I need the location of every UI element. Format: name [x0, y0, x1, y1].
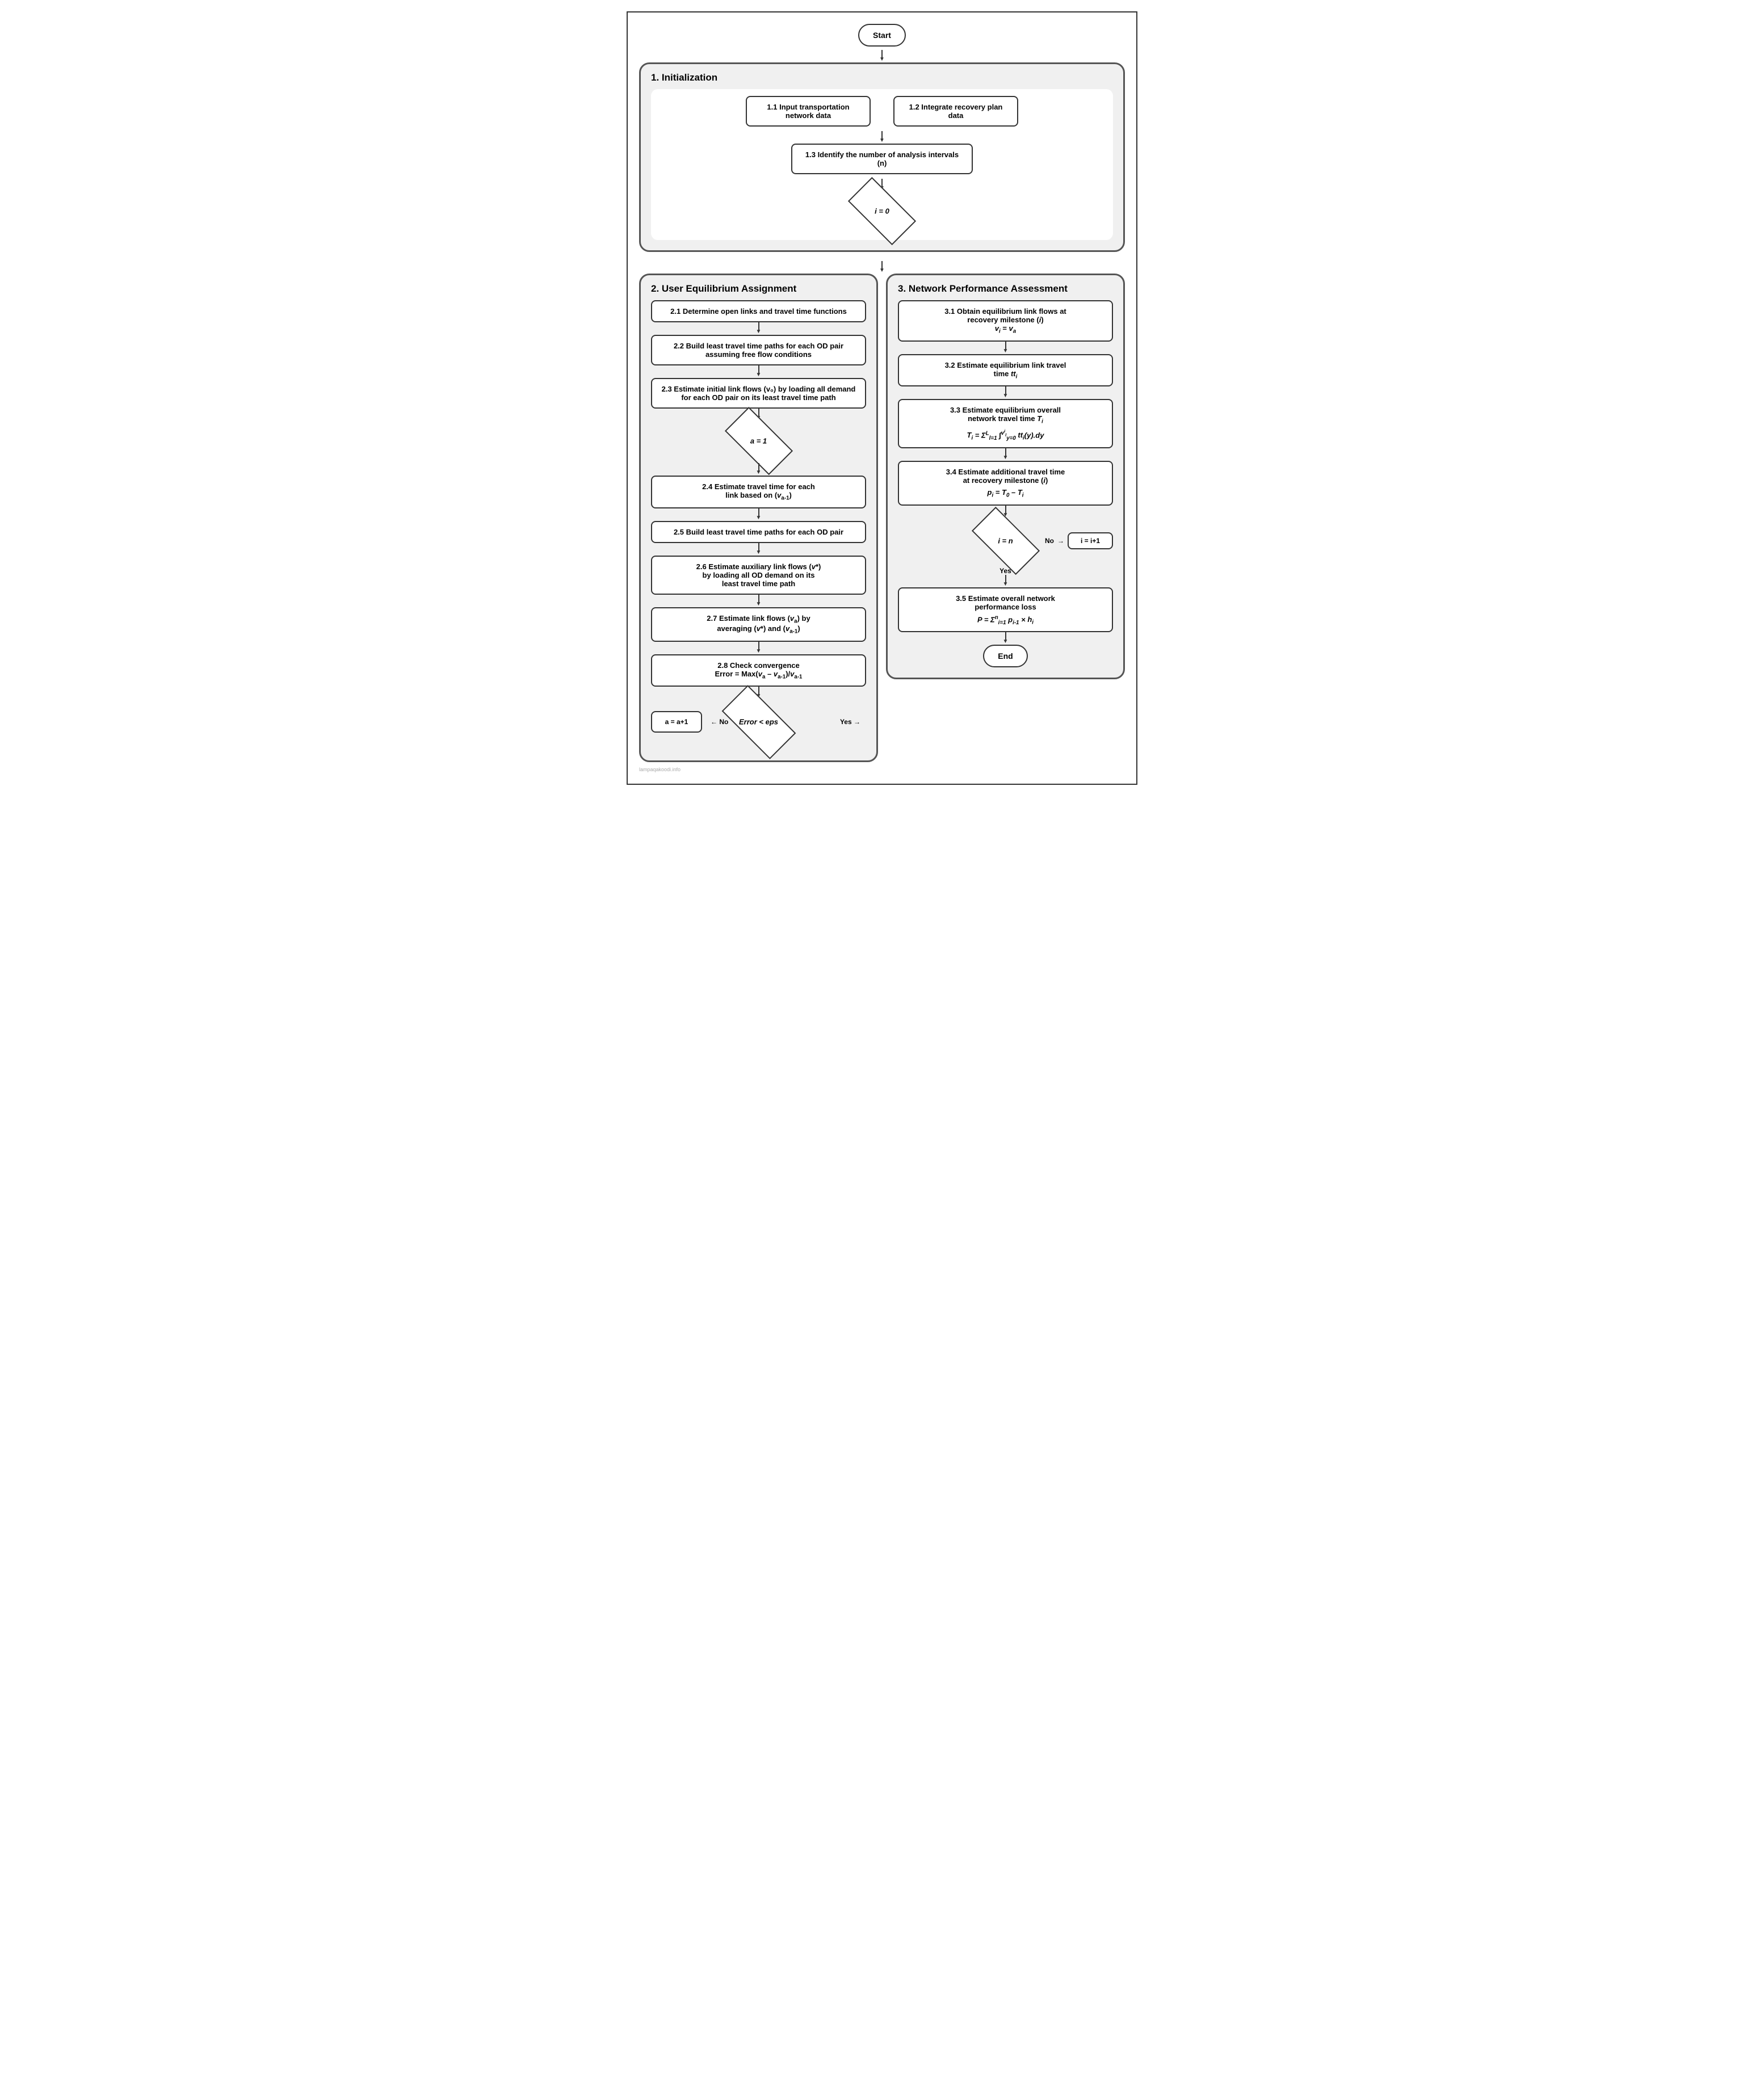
diamond-i0-text: i = 0: [875, 207, 889, 216]
box-34: 3.4 Estimate additional travel timeat re…: [898, 461, 1113, 506]
box-a-plus-text: a = a+1: [665, 718, 688, 726]
box-31-text: 3.1 Obtain equilibrium link flows atreco…: [944, 307, 1066, 333]
box-23: 2.3 Estimate initial link flows (v₀) by …: [651, 378, 866, 409]
diamond-i0-wrapper: i = 0: [848, 191, 916, 231]
watermark: lampaqakoodi.info: [639, 767, 1125, 772]
box-28: 2.8 Check convergenceError = Max(va – va…: [651, 654, 866, 687]
box-32: 3.2 Estimate equilibrium link traveltime…: [898, 354, 1113, 387]
box-27-text: 2.7 Estimate link flows (va) byaveraging…: [707, 614, 810, 633]
box-13-text: 1.3 Identify the number of analysis inte…: [805, 150, 959, 167]
box-26-text: 2.6 Estimate auxiliary link flows (v*)by…: [696, 562, 821, 588]
arrow-start-to-init: [639, 50, 1125, 62]
box-28-text: 2.8 Check convergenceError = Max(va – va…: [715, 661, 803, 678]
diamond-in-text: i = n: [998, 536, 1013, 545]
box-13: 1.3 Identify the number of analysis inte…: [791, 144, 973, 174]
box-31: 3.1 Obtain equilibrium link flows atreco…: [898, 300, 1113, 342]
box-35-text: 3.5 Estimate overall networkperformance …: [956, 594, 1055, 611]
box-33: 3.3 Estimate equilibrium overallnetwork …: [898, 399, 1113, 448]
section-ue-assignment: 2. User Equilibrium Assignment 2.1 Deter…: [639, 274, 878, 762]
box-24: 2.4 Estimate travel time for eachlink ba…: [651, 476, 866, 508]
arrow-init-to-bottom: [639, 261, 1125, 274]
box-21: 2.1 Determine open links and travel time…: [651, 300, 866, 322]
section3-title: 3. Network Performance Assessment: [898, 283, 1113, 295]
label-yes-eps: Yes →: [840, 718, 860, 726]
diamond-eps-row: a = a+1 ← No Error < eps Yes →: [651, 699, 866, 745]
box-a-plus: a = a+1: [651, 711, 702, 733]
box-21-text: 2.1 Determine open links and travel time…: [670, 307, 847, 316]
box-i-plus: i = i+1: [1068, 532, 1113, 549]
start-oval: Start: [858, 24, 906, 47]
section1-title: 1. Initialization: [651, 72, 1113, 83]
end-oval: End: [983, 645, 1027, 667]
label-no-in: No: [1045, 537, 1054, 545]
section-initialization: 1. Initialization 1.1 Input transportati…: [639, 62, 1125, 252]
box-34-formula: pi = T0 – Ti: [907, 488, 1104, 499]
diamond-eps-wrapper: Error < eps: [719, 701, 799, 743]
diamond-eps-text: Error < eps: [739, 718, 778, 726]
box-32-text: 3.2 Estimate equilibrium link traveltime…: [945, 361, 1066, 378]
bottom-sections: 2. User Equilibrium Assignment 2.1 Deter…: [639, 274, 1125, 762]
section2-title: 2. User Equilibrium Assignment: [651, 283, 866, 295]
box-35-formula: P = Σni=1 pi-1 × hi: [907, 615, 1104, 626]
box-33-text: 3.3 Estimate equilibrium overallnetwork …: [950, 406, 1061, 423]
section1-inner: 1.1 Input transportation network data 1.…: [651, 89, 1113, 240]
box-34-text: 3.4 Estimate additional travel timeat re…: [946, 468, 1065, 485]
box-22-text: 2.2 Build least travel time paths for ea…: [674, 342, 843, 359]
box-i-plus-text: i = i+1: [1081, 537, 1100, 545]
box-26: 2.6 Estimate auxiliary link flows (v*)by…: [651, 556, 866, 595]
box-12-text: 1.2 Integrate recovery plan data: [909, 103, 1003, 120]
box-33-formula: Ti = ΣLl=1 ∫vily=0 tti(y).dy: [907, 428, 1104, 441]
start-row: Start: [639, 24, 1125, 47]
diamond-in-row: i = n No → i = i+1 Yes: [898, 518, 1113, 564]
diamond-a1-text: a = 1: [750, 437, 767, 445]
box-27: 2.7 Estimate link flows (va) byaveraging…: [651, 607, 866, 642]
section-network-perf: 3. Network Performance Assessment 3.1 Ob…: [886, 274, 1125, 679]
diamond-a1-wrapper: a = 1: [725, 421, 793, 461]
arrow-init-boxes-to-13: [658, 131, 1106, 144]
diamond-in-wrapper: i = n: [972, 521, 1040, 561]
init-boxes-row: 1.1 Input transportation network data 1.…: [658, 96, 1106, 127]
box-25: 2.5 Build least travel time paths for ea…: [651, 521, 866, 543]
box-11-text: 1.1 Input transportation network data: [767, 103, 849, 120]
init-center-box: 1.3 Identify the number of analysis inte…: [658, 144, 1106, 174]
no-branch: No → i = i+1: [1045, 532, 1113, 549]
label-yes-in: Yes: [999, 567, 1011, 575]
box-23-text: 2.3 Estimate initial link flows (v₀) by …: [662, 385, 856, 402]
diagram-container: Start 1. Initialization 1.1 Input transp…: [627, 11, 1137, 785]
box-35: 3.5 Estimate overall networkperformance …: [898, 587, 1113, 633]
box-24-text: 2.4 Estimate travel time for eachlink ba…: [702, 482, 815, 499]
box-12: 1.2 Integrate recovery plan data: [893, 96, 1018, 127]
box-11: 1.1 Input transportation network data: [746, 96, 871, 127]
box-22: 2.2 Build least travel time paths for ea…: [651, 335, 866, 365]
box-25-text: 2.5 Build least travel time paths for ea…: [674, 528, 843, 536]
